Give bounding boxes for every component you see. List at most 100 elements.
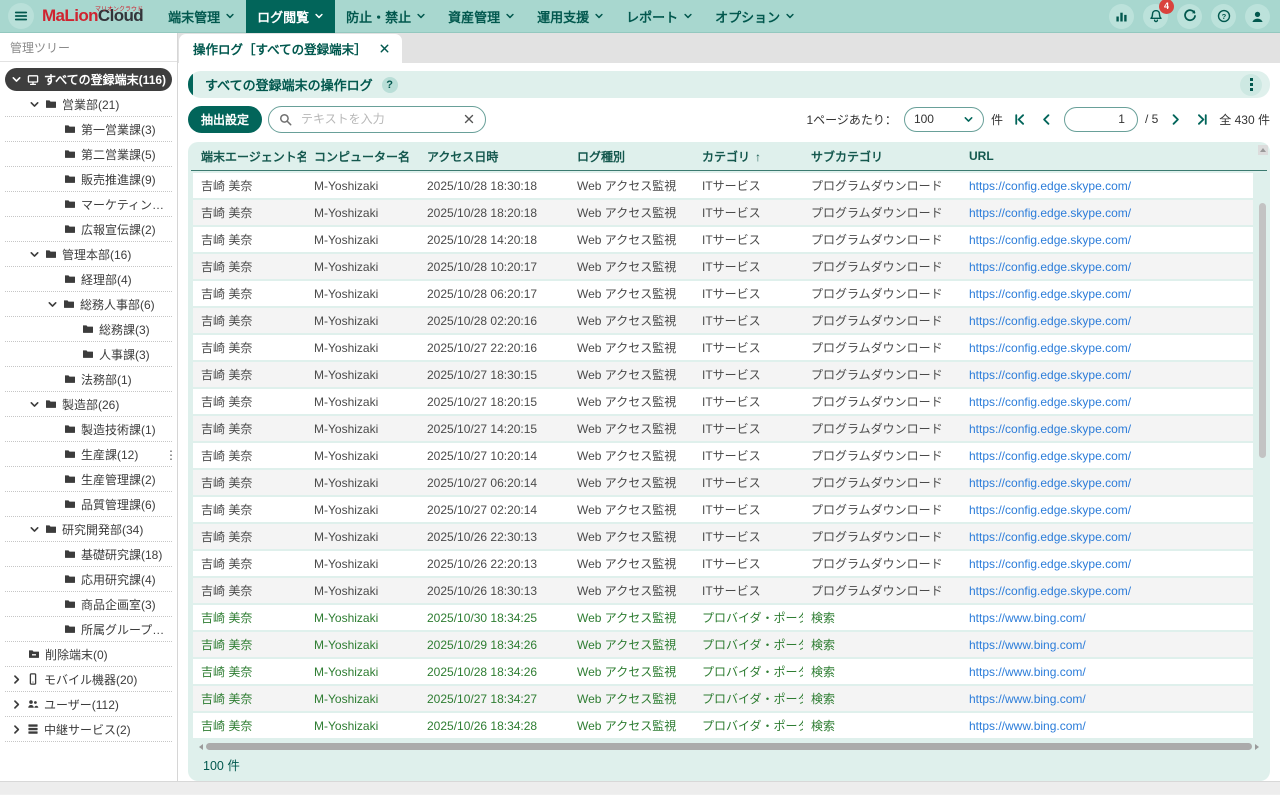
cell-url[interactable]: https://config.edge.skype.com/ bbox=[961, 449, 1253, 463]
extract-settings-button[interactable]: 抽出設定 bbox=[188, 106, 262, 133]
panel-help-button[interactable]: ? bbox=[382, 77, 398, 93]
nav-menu-item[interactable]: レポート bbox=[615, 0, 704, 33]
tree-item[interactable]: 削除端末(0) bbox=[5, 642, 172, 667]
cell-url[interactable]: https://config.edge.skype.com/ bbox=[961, 368, 1253, 382]
cell-url[interactable]: https://www.bing.com/ bbox=[961, 665, 1253, 679]
table-row[interactable]: 吉崎 美奈M-Yoshizaki2025/10/28 14:20:18Web ア… bbox=[193, 227, 1253, 252]
first-page-button[interactable] bbox=[1010, 109, 1030, 129]
tree-item[interactable]: 応用研究課(4) bbox=[5, 567, 172, 592]
per-page-select[interactable]: 100 bbox=[904, 107, 984, 132]
nav-menu-item[interactable]: 資産管理 bbox=[437, 0, 526, 33]
table-row[interactable]: 吉崎 美奈M-Yoshizaki2025/10/28 18:30:18Web ア… bbox=[193, 173, 1253, 198]
chart-button[interactable] bbox=[1109, 4, 1134, 29]
cell-url[interactable]: https://config.edge.skype.com/ bbox=[961, 260, 1253, 274]
table-row[interactable]: 吉崎 美奈M-Yoshizaki2025/10/27 18:30:15Web ア… bbox=[193, 362, 1253, 387]
column-header[interactable]: カテゴリ↑ bbox=[694, 148, 803, 165]
cell-url[interactable]: https://www.bing.com/ bbox=[961, 719, 1253, 733]
table-row[interactable]: 吉崎 美奈M-Yoshizaki2025/10/30 18:34:25Web ア… bbox=[193, 605, 1253, 630]
table-row[interactable]: 吉崎 美奈M-Yoshizaki2025/10/28 18:20:18Web ア… bbox=[193, 200, 1253, 225]
tree-item[interactable]: 第一営業課(3) bbox=[5, 117, 172, 142]
tree-item[interactable]: 品質管理課(6) bbox=[5, 492, 172, 517]
tree-item[interactable]: 製造技術課(1) bbox=[5, 417, 172, 442]
cell-url[interactable]: https://www.bing.com/ bbox=[961, 611, 1253, 625]
table-row[interactable]: 吉崎 美奈M-Yoshizaki2025/10/27 14:20:15Web ア… bbox=[193, 416, 1253, 441]
column-header[interactable]: コンピューター名 bbox=[306, 148, 419, 165]
tab-close-button[interactable] bbox=[379, 43, 390, 54]
tree-item[interactable]: すべての登録端末(116) bbox=[5, 68, 172, 91]
cell-url[interactable]: https://config.edge.skype.com/ bbox=[961, 179, 1253, 193]
tree-item[interactable]: 生産管理課(2) bbox=[5, 467, 172, 492]
sidebar-resize-handle[interactable]: ⋮ bbox=[165, 448, 177, 462]
vertical-scroll-thumb[interactable] bbox=[1259, 203, 1266, 458]
scroll-up-arrow[interactable] bbox=[1258, 145, 1268, 155]
table-row[interactable]: 吉崎 美奈M-Yoshizaki2025/10/27 18:20:15Web ア… bbox=[193, 389, 1253, 414]
cell-url[interactable]: https://config.edge.skype.com/ bbox=[961, 233, 1253, 247]
cell-url[interactable]: https://config.edge.skype.com/ bbox=[961, 584, 1253, 598]
nav-menu-item[interactable]: 運用支援 bbox=[526, 0, 615, 33]
search-input[interactable] bbox=[299, 111, 456, 127]
tree-item[interactable]: 管理本部(16) bbox=[5, 242, 172, 267]
column-header[interactable]: URL bbox=[961, 149, 1253, 163]
tree-item[interactable]: 所属グループなし(19) bbox=[5, 617, 172, 642]
nav-menu-item[interactable]: 防止・禁止 bbox=[335, 0, 437, 33]
tree-item[interactable]: 販売推進課(9) bbox=[5, 167, 172, 192]
column-header[interactable]: サブカテゴリ bbox=[803, 148, 961, 165]
table-row[interactable]: 吉崎 美奈M-Yoshizaki2025/10/27 06:20:14Web ア… bbox=[193, 470, 1253, 495]
tree-item[interactable]: 広報宣伝課(2) bbox=[5, 217, 172, 242]
table-row[interactable]: 吉崎 美奈M-Yoshizaki2025/10/27 22:20:16Web ア… bbox=[193, 335, 1253, 360]
cell-url[interactable]: https://config.edge.skype.com/ bbox=[961, 530, 1253, 544]
table-row[interactable]: 吉崎 美奈M-Yoshizaki2025/10/26 22:20:13Web ア… bbox=[193, 551, 1253, 576]
tree-item[interactable]: 法務部(1) bbox=[5, 367, 172, 392]
tree-item[interactable]: ユーザー(112) bbox=[5, 692, 172, 717]
tree-item[interactable]: 研究開発部(34) bbox=[5, 517, 172, 542]
cell-url[interactable]: https://www.bing.com/ bbox=[961, 692, 1253, 706]
table-row[interactable]: 吉崎 美奈M-Yoshizaki2025/10/29 18:34:26Web ア… bbox=[193, 632, 1253, 657]
tree-item[interactable]: 人事課(3) bbox=[5, 342, 172, 367]
table-row[interactable]: 吉崎 美奈M-Yoshizaki2025/10/27 18:34:27Web ア… bbox=[193, 686, 1253, 711]
last-page-button[interactable] bbox=[1192, 109, 1212, 129]
tree-item[interactable]: 商品企画室(3) bbox=[5, 592, 172, 617]
cell-url[interactable]: https://config.edge.skype.com/ bbox=[961, 422, 1253, 436]
tree-item[interactable]: 総務課(3) bbox=[5, 317, 172, 342]
table-row[interactable]: 吉崎 美奈M-Yoshizaki2025/10/26 18:34:28Web ア… bbox=[193, 713, 1253, 738]
table-row[interactable]: 吉崎 美奈M-Yoshizaki2025/10/28 02:20:16Web ア… bbox=[193, 308, 1253, 333]
nav-menu-item[interactable]: 端末管理 bbox=[157, 0, 246, 33]
tree-item[interactable]: 基礎研究課(18) bbox=[5, 542, 172, 567]
tree-item[interactable]: 第二営業課(5) bbox=[5, 142, 172, 167]
table-row[interactable]: 吉崎 美奈M-Yoshizaki2025/10/27 02:20:14Web ア… bbox=[193, 497, 1253, 522]
tree-item[interactable]: 営業部(21) bbox=[5, 92, 172, 117]
column-header[interactable]: アクセス日時 bbox=[419, 148, 569, 165]
tree-item[interactable]: 総務人事部(6) bbox=[5, 292, 172, 317]
cell-url[interactable]: https://config.edge.skype.com/ bbox=[961, 503, 1253, 517]
tree-item[interactable]: 経理部(4) bbox=[5, 267, 172, 292]
hamburger-menu-button[interactable] bbox=[8, 3, 34, 29]
tree-item[interactable]: マーケティング課(2) bbox=[5, 192, 172, 217]
next-page-button[interactable] bbox=[1165, 109, 1185, 129]
cell-url[interactable]: https://config.edge.skype.com/ bbox=[961, 476, 1253, 490]
vertical-scrollbar[interactable] bbox=[1258, 173, 1267, 733]
prev-page-button[interactable] bbox=[1037, 109, 1057, 129]
cell-url[interactable]: https://config.edge.skype.com/ bbox=[961, 557, 1253, 571]
table-row[interactable]: 吉崎 美奈M-Yoshizaki2025/10/28 18:34:26Web ア… bbox=[193, 659, 1253, 684]
tree-item[interactable]: 製造部(26) bbox=[5, 392, 172, 417]
help-button[interactable]: ? bbox=[1211, 4, 1236, 29]
cell-url[interactable]: https://www.bing.com/ bbox=[961, 638, 1253, 652]
tree-item[interactable]: 生産課(12) bbox=[5, 442, 172, 467]
tree-item[interactable]: 中継サービス(2) bbox=[5, 717, 172, 742]
notifications-button[interactable]: 4 bbox=[1143, 4, 1168, 29]
table-row[interactable]: 吉崎 美奈M-Yoshizaki2025/10/28 06:20:17Web ア… bbox=[193, 281, 1253, 306]
column-header[interactable]: 端末エージェント名 bbox=[193, 148, 306, 165]
account-button[interactable] bbox=[1245, 4, 1270, 29]
scroll-right-arrow[interactable] bbox=[1255, 744, 1259, 750]
nav-menu-item[interactable]: ログ閲覧 bbox=[246, 0, 335, 33]
table-row[interactable]: 吉崎 美奈M-Yoshizaki2025/10/26 18:30:13Web ア… bbox=[193, 578, 1253, 603]
column-header[interactable]: ログ種別 bbox=[569, 148, 694, 165]
table-row[interactable]: 吉崎 美奈M-Yoshizaki2025/10/28 10:20:17Web ア… bbox=[193, 254, 1253, 279]
tree-item[interactable]: モバイル機器(20) bbox=[5, 667, 172, 692]
kebab-menu-button[interactable] bbox=[1240, 74, 1262, 96]
horizontal-scrollbar[interactable] bbox=[199, 743, 1259, 751]
cell-url[interactable]: https://config.edge.skype.com/ bbox=[961, 341, 1253, 355]
table-row[interactable]: 吉崎 美奈M-Yoshizaki2025/10/26 22:30:13Web ア… bbox=[193, 524, 1253, 549]
cell-url[interactable]: https://config.edge.skype.com/ bbox=[961, 287, 1253, 301]
refresh-button[interactable] bbox=[1177, 4, 1202, 29]
